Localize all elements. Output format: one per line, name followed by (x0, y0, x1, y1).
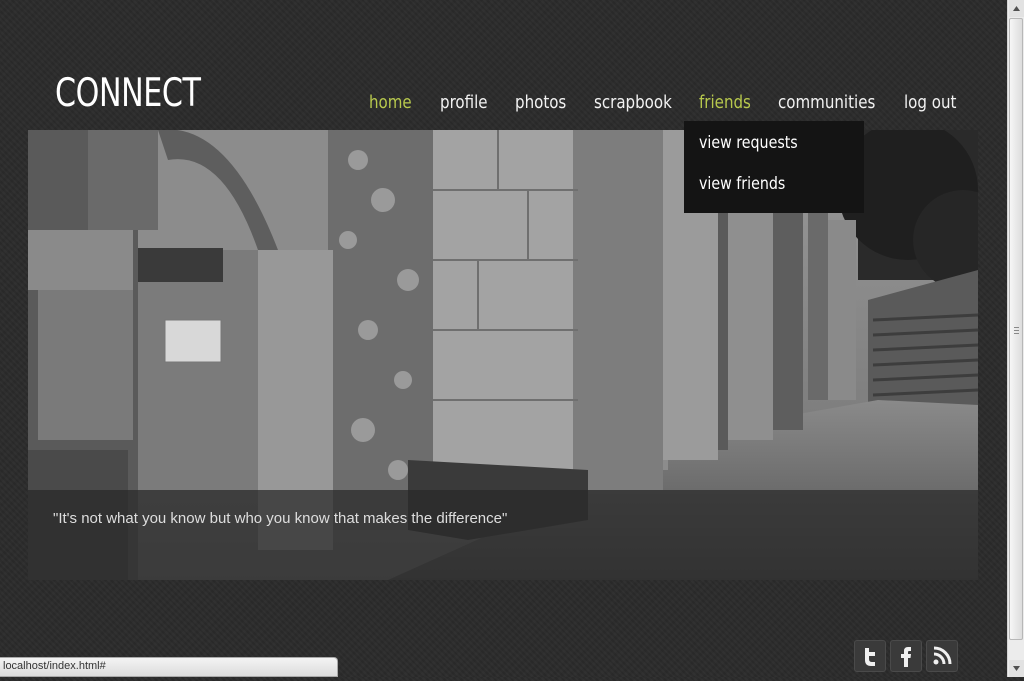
nav-log-out[interactable]: log out (904, 90, 956, 116)
page: CONNECT home profile photos scrapbook fr… (0, 0, 1007, 677)
quote-banner: "It's not what you know but who you know… (28, 490, 978, 580)
twitter-icon[interactable] (854, 640, 886, 672)
nav-friends[interactable]: friends (699, 90, 751, 116)
nav-scrapbook[interactable]: scrapbook (594, 90, 672, 116)
site-logo[interactable]: CONNECT (55, 70, 201, 118)
scroll-up-button[interactable] (1009, 0, 1024, 17)
nav-communities[interactable]: communities (778, 90, 875, 116)
facebook-icon[interactable] (890, 640, 922, 672)
quote-text: "It's not what you know but who you know… (53, 510, 508, 527)
vertical-scrollbar[interactable] (1007, 0, 1024, 677)
browser-status-bar: localhost/index.html# (0, 657, 338, 677)
scroll-thumb[interactable] (1009, 18, 1023, 640)
nav-photos[interactable]: photos (515, 90, 566, 116)
status-url: localhost/index.html# (3, 660, 106, 672)
scroll-down-button[interactable] (1009, 660, 1024, 677)
dropdown-view-requests[interactable]: view requests (699, 131, 798, 155)
nav-profile[interactable]: profile (440, 90, 488, 116)
dropdown-view-friends[interactable]: view friends (699, 172, 785, 196)
friends-dropdown: view requests view friends (684, 121, 864, 213)
nav-home[interactable]: home (369, 90, 412, 116)
rss-icon[interactable] (926, 640, 958, 672)
